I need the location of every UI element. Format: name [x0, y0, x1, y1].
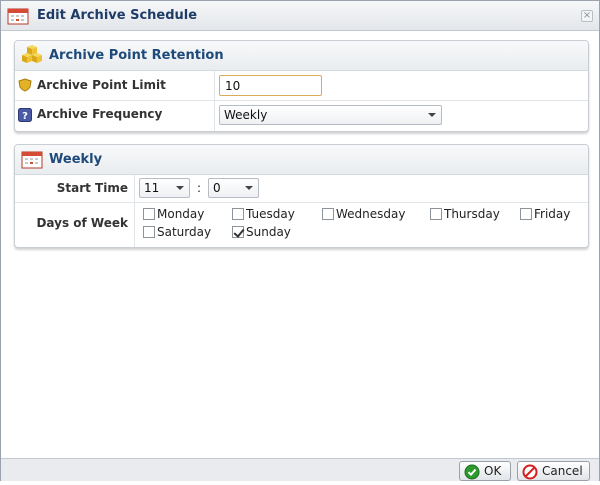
start-minute-select[interactable]: 0 [208, 178, 259, 198]
retention-panel-header: Archive Point Retention [15, 41, 588, 71]
day-checkbox-tuesday[interactable]: Tuesday [232, 207, 295, 223]
dialog-footer: OK Cancel [1, 458, 599, 481]
chevron-down-icon [176, 186, 184, 190]
day-label: Friday [534, 207, 571, 221]
archive-frequency-select[interactable]: Weekly [219, 105, 442, 125]
calendar-icon [21, 149, 43, 172]
checkbox-box[interactable] [143, 208, 155, 220]
no-entry-icon [522, 464, 538, 485]
archive-frequency-label: Archive Frequency [37, 107, 163, 121]
day-label: Wednesday [336, 207, 406, 221]
day-label: Tuesday [246, 207, 295, 221]
question-icon: ? [18, 108, 32, 125]
day-checkbox-wednesday[interactable]: Wednesday [322, 207, 405, 223]
archive-frequency-label-cell: ? Archive Frequency [15, 101, 215, 131]
dialog-titlebar: Edit Archive Schedule × [1, 1, 599, 31]
chevron-down-icon [245, 186, 253, 190]
checkbox-box[interactable] [520, 208, 532, 220]
day-label: Thursday [444, 207, 500, 221]
svg-text:?: ? [22, 111, 28, 122]
archive-frequency-value: Weekly [224, 108, 268, 122]
day-label: Monday [157, 207, 205, 221]
days-of-week-label-cell: Days of Week [15, 203, 135, 247]
chevron-down-icon [428, 113, 436, 117]
start-hour-value: 11 [144, 181, 160, 195]
shield-icon [18, 78, 32, 95]
day-checkbox-monday[interactable]: Monday [143, 207, 204, 223]
weekly-panel: Weekly Start Time 11 : 0 Days of Week Mo… [14, 144, 589, 248]
ok-button-label: OK [484, 464, 502, 478]
day-checkbox-saturday[interactable]: Saturday [143, 225, 211, 241]
checkbox-box[interactable] [143, 226, 155, 238]
cancel-button[interactable]: Cancel [517, 461, 590, 481]
weekly-panel-title: Weekly [49, 152, 103, 167]
archive-point-limit-label: Archive Point Limit [37, 78, 166, 92]
start-minute-value: 0 [213, 181, 221, 195]
start-time-label: Start Time [56, 181, 128, 195]
retention-panel: Archive Point Retention Archive Point Li… [14, 40, 589, 132]
check-circle-icon [464, 464, 480, 485]
checkbox-box[interactable] [430, 208, 442, 220]
day-checkbox-sunday[interactable]: Sunday [232, 225, 291, 241]
day-label: Saturday [157, 225, 212, 239]
start-time-row: Start Time 11 : 0 [15, 175, 588, 203]
stacked-boxes-icon [21, 45, 43, 70]
day-checkbox-friday[interactable]: Friday [520, 207, 570, 223]
dialog-title: Edit Archive Schedule [37, 8, 198, 23]
weekly-panel-header: Weekly [15, 145, 588, 175]
checkbox-box[interactable] [232, 208, 244, 220]
edit-archive-schedule-dialog: Edit Archive Schedule × Archive Point Re… [0, 0, 600, 481]
calendar-icon [7, 7, 29, 28]
days-of-week-row: Days of Week Monday Tuesday Wednesday Th… [15, 203, 588, 247]
retention-panel-title: Archive Point Retention [49, 48, 224, 63]
checkbox-box[interactable] [232, 226, 244, 238]
start-hour-select[interactable]: 11 [139, 178, 190, 198]
archive-point-limit-input[interactable] [219, 75, 322, 96]
dialog-content: Archive Point Retention Archive Point Li… [1, 32, 599, 458]
archive-point-limit-label-cell: Archive Point Limit [15, 71, 215, 100]
archive-frequency-row: ? Archive Frequency Weekly [15, 101, 588, 131]
close-button[interactable]: × [581, 10, 593, 22]
day-checkbox-thursday[interactable]: Thursday [430, 207, 500, 223]
days-of-week-label: Days of Week [36, 216, 128, 230]
day-label: Sunday [246, 225, 291, 239]
checkbox-box[interactable] [322, 208, 334, 220]
ok-button[interactable]: OK [459, 461, 511, 481]
cancel-button-label: Cancel [542, 464, 583, 478]
time-separator: : [197, 181, 202, 195]
archive-point-limit-row: Archive Point Limit [15, 71, 588, 101]
start-time-label-cell: Start Time [15, 175, 135, 202]
